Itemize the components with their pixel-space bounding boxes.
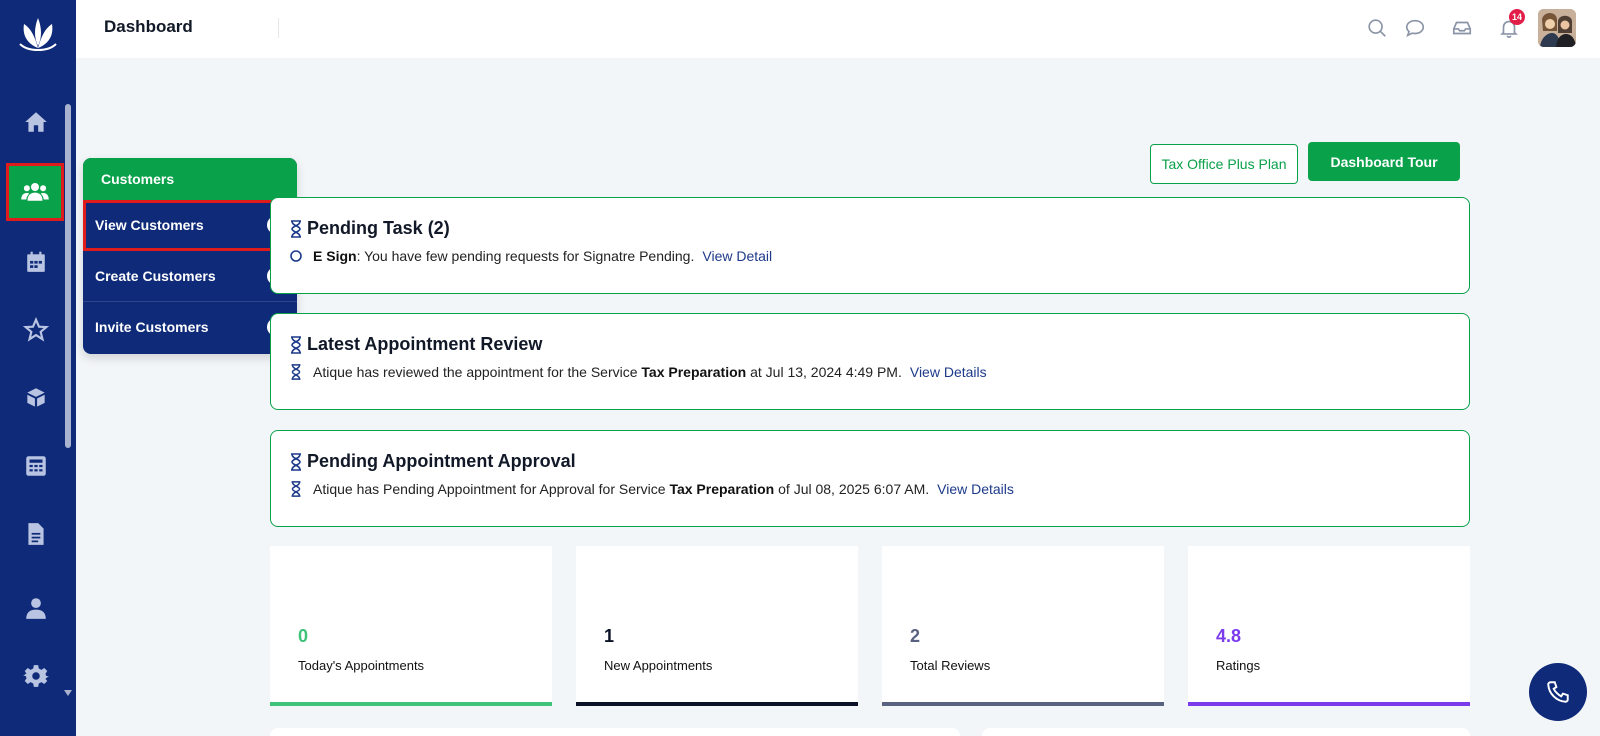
detail-text: Atique has Pending Appointment for Appro… xyxy=(313,481,670,497)
stat-bar xyxy=(270,702,552,706)
stat-ratings: 4.8 Ratings xyxy=(1188,546,1470,706)
phone-icon xyxy=(1547,681,1569,703)
hourglass-icon xyxy=(291,453,301,471)
customers-flyout-menu: Customers View Customers Create Customer… xyxy=(83,158,297,354)
service-name: Tax Preparation xyxy=(641,364,747,380)
stat-todays-appointments: 0 Today's Appointments xyxy=(270,546,552,706)
sidebar xyxy=(0,0,76,736)
menu-item-label: View Customers xyxy=(95,217,204,233)
stat-value: 2 xyxy=(910,626,921,646)
sidebar-scrollbar[interactable] xyxy=(65,104,71,448)
stat-label: Total Reviews xyxy=(910,658,991,673)
app-logo[interactable] xyxy=(14,14,62,54)
stat-label: New Appointments xyxy=(604,658,713,673)
view-detail-link[interactable]: View Detail xyxy=(702,248,772,264)
page-title: Dashboard xyxy=(104,17,193,36)
scroll-down-arrow[interactable] xyxy=(64,690,72,696)
stat-label: Today's Appointments xyxy=(298,658,425,673)
card-detail: Atique has Pending Appointment for Appro… xyxy=(289,481,1014,497)
stat-value: 0 xyxy=(298,626,309,646)
calculator-icon[interactable] xyxy=(20,450,52,482)
hourglass-icon xyxy=(291,220,301,238)
service-name: Tax Preparation xyxy=(669,481,775,497)
gear-icon[interactable] xyxy=(20,660,52,692)
sidebar-item-customers[interactable] xyxy=(6,163,64,221)
call-button[interactable] xyxy=(1529,663,1587,721)
stat-bar xyxy=(1188,702,1470,706)
stat-value: 4.8 xyxy=(1216,626,1242,646)
pending-task-card: Pending Task (2) E Sign : You have few p… xyxy=(270,197,1470,294)
title-divider xyxy=(278,18,279,38)
customers-icon xyxy=(21,183,49,201)
card-detail: E Sign : You have few pending requests f… xyxy=(289,248,772,264)
latest-review-card: Latest Appointment Review Atique has rev… xyxy=(270,313,1470,410)
menu-item-label: Invite Customers xyxy=(95,319,209,335)
plan-button[interactable]: Tax Office Plus Plan xyxy=(1150,144,1298,184)
detail-text: at Jul 13, 2024 4:49 PM. xyxy=(746,364,902,380)
stat-bar xyxy=(576,702,858,706)
dashboard-tour-button[interactable]: Dashboard Tour xyxy=(1308,142,1460,181)
home-icon[interactable] xyxy=(20,106,52,138)
detail-text: Atique has reviewed the appointment for … xyxy=(313,364,642,380)
star-icon[interactable] xyxy=(20,314,52,346)
avatar[interactable] xyxy=(1538,9,1576,47)
notification-badge: 14 xyxy=(1509,9,1525,25)
stat-label: Ratings xyxy=(1216,658,1261,673)
stat-value: 1 xyxy=(604,626,615,646)
chat-icon[interactable] xyxy=(1402,15,1428,41)
card-title: Pending Appointment Approval xyxy=(307,451,576,471)
flyout-title: Customers xyxy=(83,158,297,200)
esign-label: E Sign xyxy=(313,248,357,264)
card-title: Pending Task (2) xyxy=(307,218,450,238)
stat-new-appointments: 1 New Appointments xyxy=(576,546,858,706)
stat-bar xyxy=(882,702,1164,706)
card-title: Latest Appointment Review xyxy=(307,334,543,354)
hourglass-icon xyxy=(291,364,301,380)
search-icon[interactable] xyxy=(1364,15,1390,41)
box-icon[interactable] xyxy=(20,382,52,414)
stat-total-reviews: 2 Total Reviews xyxy=(882,546,1164,706)
document-icon[interactable] xyxy=(20,518,52,550)
user-icon[interactable] xyxy=(20,592,52,624)
view-details-link[interactable]: View Details xyxy=(937,481,1014,497)
bottom-panel-left xyxy=(270,728,960,736)
detail-text: of Jul 08, 2025 6:07 AM. xyxy=(774,481,930,497)
detail-text: : You have few pending requests for Sign… xyxy=(356,248,695,264)
calendar-icon[interactable] xyxy=(20,246,52,278)
hourglass-icon xyxy=(291,336,301,354)
pending-approval-card: Pending Appointment Approval Atique has … xyxy=(270,430,1470,527)
menu-item-invite-customers[interactable]: Invite Customers xyxy=(83,302,297,353)
circle-icon xyxy=(290,250,302,262)
menu-item-view-customers[interactable]: View Customers xyxy=(83,200,297,251)
menu-item-label: Create Customers xyxy=(95,268,216,284)
bottom-panel-right xyxy=(982,728,1470,736)
hourglass-icon xyxy=(291,481,301,497)
view-details-link[interactable]: View Details xyxy=(910,364,987,380)
menu-item-create-customers[interactable]: Create Customers xyxy=(83,251,297,302)
inbox-icon[interactable] xyxy=(1449,15,1475,41)
card-detail: Atique has reviewed the appointment for … xyxy=(289,364,987,380)
